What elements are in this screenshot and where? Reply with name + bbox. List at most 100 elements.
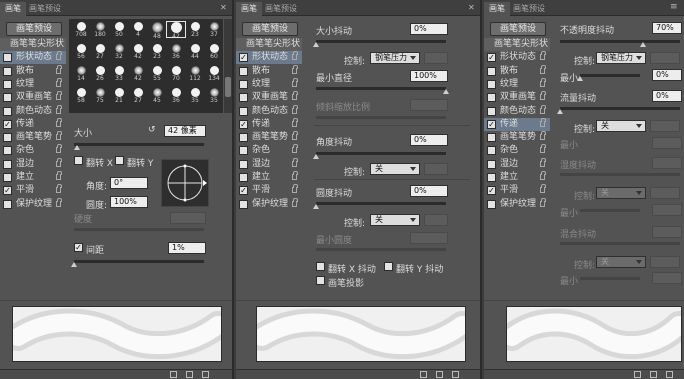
opacity-jitter-knob[interactable] xyxy=(640,42,646,47)
setting-checkbox[interactable] xyxy=(239,93,248,103)
setting-checkbox[interactable] xyxy=(3,199,12,209)
setting-checkbox[interactable]: ✓ xyxy=(487,53,496,63)
opacity-jitter-slider[interactable] xyxy=(560,40,680,47)
sidebar-item-12[interactable]: 保护纹理 xyxy=(484,197,550,211)
sidebar-item-1[interactable]: 形状动态 xyxy=(0,51,66,65)
roundness-field[interactable]: 100% xyxy=(110,196,148,208)
grid-icon[interactable] xyxy=(186,371,193,378)
setting-checkbox[interactable] xyxy=(3,106,12,116)
flip-y-jitter-checkbox[interactable] xyxy=(384,262,393,271)
lock-icon[interactable] xyxy=(292,171,298,180)
brush-tip-item[interactable]: 55 xyxy=(148,66,166,82)
setting-checkbox[interactable] xyxy=(239,106,248,116)
brush-presets-button[interactable]: 画笔预设 xyxy=(490,22,546,36)
setting-checkbox[interactable] xyxy=(3,146,12,156)
brush-tip-item[interactable]: 21 xyxy=(110,88,128,104)
sidebar-item-3[interactable]: 纹理 xyxy=(236,77,302,91)
min-diameter-knob[interactable] xyxy=(443,89,449,94)
grid-icon[interactable] xyxy=(436,371,443,378)
brush-tip-item[interactable]: 36 xyxy=(167,88,185,104)
sidebar-item-1[interactable]: ✓ 形状动态 xyxy=(236,51,302,65)
control-select-3[interactable]: 关 xyxy=(370,214,420,226)
sidebar-item-0[interactable]: 画笔笔尖形状 xyxy=(484,38,550,51)
setting-checkbox[interactable] xyxy=(3,66,12,76)
setting-checkbox[interactable]: ✓ xyxy=(239,186,248,196)
sidebar-item-7[interactable]: 画笔笔势 xyxy=(0,131,66,144)
min-field-1[interactable]: 0% xyxy=(652,69,682,81)
sidebar-item-3[interactable]: 纹理 xyxy=(484,77,550,91)
sidebar-item-8[interactable]: 杂色 xyxy=(484,144,550,157)
lock-icon[interactable] xyxy=(56,91,62,101)
control-select-2[interactable]: 关 xyxy=(370,163,420,175)
lock-icon[interactable] xyxy=(292,51,298,61)
brush-tip-item[interactable]: 37 xyxy=(205,22,223,38)
flip-x-jitter-checkbox[interactable] xyxy=(316,262,325,271)
setting-checkbox[interactable] xyxy=(487,79,496,89)
sidebar-item-1[interactable]: ✓ 形状动态 xyxy=(484,51,550,64)
lock-icon[interactable] xyxy=(540,104,546,114)
sidebar-item-7[interactable]: 画笔笔势 xyxy=(236,131,302,144)
spacing-slider[interactable] xyxy=(71,260,204,267)
new-brush-icon[interactable] xyxy=(202,371,209,378)
setting-checkbox[interactable] xyxy=(487,173,496,182)
size-slider[interactable] xyxy=(74,143,204,150)
setting-checkbox[interactable] xyxy=(487,159,496,169)
lock-icon[interactable] xyxy=(56,197,62,207)
angle-roundness-widget[interactable] xyxy=(161,159,209,207)
brush-tip-item[interactable]: 42 xyxy=(129,44,147,60)
setting-checkbox[interactable] xyxy=(487,199,496,209)
reset-size-icon[interactable]: ↺ xyxy=(148,125,156,135)
sidebar-item-0[interactable]: 画笔笔尖形状 xyxy=(236,38,302,51)
setting-checkbox[interactable] xyxy=(3,133,12,143)
sidebar-item-11[interactable]: ✓ 平滑 xyxy=(484,184,550,197)
brush-tip-item[interactable]: 27 xyxy=(129,88,147,104)
sidebar-item-4[interactable]: 双重画笔 xyxy=(484,91,550,104)
lock-icon[interactable] xyxy=(56,131,62,141)
setting-checkbox[interactable] xyxy=(239,66,248,76)
brush-presets-button[interactable]: 画笔预设 xyxy=(242,22,298,36)
brush-tip-item[interactable]: 32 xyxy=(110,44,128,60)
size-jitter-slider[interactable] xyxy=(313,40,446,47)
sidebar-item-5[interactable]: 颜色动态 xyxy=(0,104,66,118)
brush-tip-item[interactable]: 45 xyxy=(148,88,166,104)
lock-icon[interactable] xyxy=(540,157,546,167)
lock-icon[interactable] xyxy=(540,171,546,180)
sidebar-item-2[interactable]: 散布 xyxy=(236,64,302,78)
setting-checkbox[interactable]: ✓ xyxy=(3,186,12,196)
setting-checkbox[interactable] xyxy=(487,106,496,116)
brush-tip-item[interactable]: 36 xyxy=(167,44,185,60)
lock-icon[interactable] xyxy=(540,51,546,61)
setting-checkbox[interactable] xyxy=(3,173,12,182)
brush-tip-item[interactable]: 134 xyxy=(205,66,223,82)
brush-tip-item[interactable]: 26 xyxy=(91,66,109,82)
lock-icon[interactable] xyxy=(56,104,62,114)
sidebar-item-2[interactable]: 散布 xyxy=(0,64,66,78)
tab-brush[interactable]: 画笔 xyxy=(484,2,510,16)
tip-scrollbar-thumb[interactable] xyxy=(225,77,231,97)
size-jitter-knob[interactable] xyxy=(313,42,319,47)
size-field[interactable]: 42 像素 xyxy=(164,125,206,137)
setting-checkbox[interactable] xyxy=(239,159,248,169)
flip-x-checkbox[interactable] xyxy=(74,156,83,165)
setting-checkbox[interactable]: ✓ xyxy=(239,53,248,63)
brush-tip-item[interactable]: 58 xyxy=(72,88,90,104)
sidebar-item-2[interactable]: 散布 xyxy=(484,64,550,78)
close-icon[interactable]: ✕ xyxy=(220,3,227,12)
sidebar-item-5[interactable]: 颜色动态 xyxy=(236,104,302,118)
lock-icon[interactable] xyxy=(540,117,546,127)
sidebar-item-11[interactable]: ✓ 平滑 xyxy=(236,184,302,197)
sidebar-item-0[interactable]: 画笔笔尖形状 xyxy=(0,38,66,51)
brush-tip-item[interactable]: 35 xyxy=(205,88,223,104)
lock-icon[interactable] xyxy=(540,77,546,87)
lock-icon[interactable] xyxy=(292,184,298,194)
spacing-checkbox[interactable]: ✓ xyxy=(74,243,83,252)
angle-jitter-field[interactable]: 0% xyxy=(410,134,448,146)
control-select-1[interactable]: 钢笔压力 xyxy=(370,52,420,64)
flip-y-checkbox[interactable] xyxy=(115,156,124,165)
lock-icon[interactable] xyxy=(292,64,298,74)
sidebar-item-12[interactable]: 保护纹理 xyxy=(236,197,302,211)
setting-checkbox[interactable]: ✓ xyxy=(487,119,496,129)
setting-checkbox[interactable] xyxy=(3,53,12,63)
sidebar-item-6[interactable]: ✓ 传递 xyxy=(0,117,66,131)
brush-tip-item[interactable]: 56 xyxy=(72,44,90,60)
